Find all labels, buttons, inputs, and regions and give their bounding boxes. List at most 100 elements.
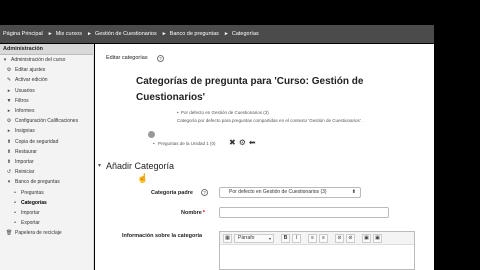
sidebar-item-label: Editar ajustes xyxy=(15,67,46,74)
sidebar-item-icon: ▼ xyxy=(6,97,12,104)
bullet-icon: • xyxy=(177,110,179,115)
chevron-down-icon: ⬍ xyxy=(351,189,356,195)
sidebar-item-label: Activar edición xyxy=(15,77,48,84)
name-input[interactable] xyxy=(219,207,389,218)
mouse-cursor-icon: ☝ xyxy=(137,173,149,183)
bold-button[interactable]: B xyxy=(281,233,290,243)
breadcrumb-home[interactable]: Página Principal xyxy=(3,31,43,37)
required-mark: * xyxy=(202,210,205,216)
italic-button[interactable]: I xyxy=(292,233,301,243)
sidebar-item-label: Insignias xyxy=(15,128,35,135)
sidebar-item-icon: ⚙ xyxy=(6,118,12,125)
parent-category-select[interactable]: Por defecto en Gestión de Cuestionarios … xyxy=(219,187,361,198)
sidebar-item-icon: • xyxy=(14,209,16,216)
category-actions: ✖ ⚙ ⬅ xyxy=(229,138,256,147)
sidebar-item[interactable]: ▸ Informes xyxy=(0,106,93,116)
sidebar-item-label: Reiniciar xyxy=(15,169,35,176)
image-button[interactable]: ▣ xyxy=(362,233,371,243)
sidebar-item[interactable]: ▾ Banco de preguntas xyxy=(0,177,93,187)
breadcrumb-separator: ► xyxy=(86,31,92,37)
category-gear-icon[interactable] xyxy=(148,131,155,138)
sidebar-item-icon: ✎ xyxy=(6,77,12,84)
sidebar-item-label: Exportar xyxy=(21,220,40,227)
editor-toolbar: ▦ Párrafo ▾ B I ≡ ≡ ⊘ ⊘ ▣ ▣ xyxy=(220,232,414,245)
sidebar-item[interactable]: ✎ Activar edición xyxy=(0,75,93,85)
sidebar-item-label: Informes xyxy=(15,108,35,115)
breadcrumb-my-courses[interactable]: Mis cursos xyxy=(56,31,82,37)
unordered-list-button[interactable]: ≡ xyxy=(308,233,317,243)
sidebar-item[interactable]: • Exportar xyxy=(0,218,93,228)
sidebar-item-label: Importar xyxy=(21,209,40,216)
sidebar-item-icon: ▾ xyxy=(7,179,11,186)
help-icon[interactable]: ? xyxy=(201,189,208,196)
screen: Página Principal ► Mis cursos ► Gestión … xyxy=(0,0,480,270)
sidebar-item[interactable]: ▸ Insignias xyxy=(0,126,93,136)
parent-category-label: Categoría padre xyxy=(151,190,193,196)
breadcrumb-categories[interactable]: Categorías xyxy=(232,31,259,37)
default-category-link[interactable]: Por defecto en Gestión de Cuestionarios … xyxy=(181,110,269,115)
sidebar-item[interactable]: ⬆ Copia de seguridad xyxy=(0,137,93,147)
sidebar-item[interactable]: ⬆ Restaurar xyxy=(0,147,93,157)
sidebar-item-label: Copia de seguridad xyxy=(15,138,59,145)
sidebar-item[interactable]: ↺ Reiniciar xyxy=(0,167,93,177)
sidebar-item[interactable]: • Categorías xyxy=(0,198,93,208)
add-category-heading[interactable]: Añadir Categoría xyxy=(106,161,174,171)
sidebar-item[interactable]: ▼ Filtros xyxy=(0,96,93,106)
sidebar-item-label: Preguntas xyxy=(21,189,44,196)
breadcrumb-question-bank[interactable]: Banco de preguntas xyxy=(170,31,219,37)
name-label: Nombre* xyxy=(181,210,205,216)
name-label-text: Nombre xyxy=(181,210,202,216)
sidebar-item-label: Importar xyxy=(15,158,34,165)
sidebar-item[interactable]: ⬆ Importar xyxy=(0,157,93,167)
sidebar-item-icon: ▸ xyxy=(7,87,11,94)
sidebar-list: ▾ Administración del curso ⚙ Editar ajustes… xyxy=(0,55,93,238)
move-left-icon[interactable]: ⬅ xyxy=(249,138,256,147)
sidebar-item-icon: ▸ xyxy=(7,108,11,115)
chevron-down-icon[interactable]: ▾ xyxy=(98,162,101,169)
sidebar-item[interactable]: ▾ Administración del curso xyxy=(0,55,93,65)
sidebar-item[interactable]: ⚙ Editar ajustes xyxy=(0,65,93,75)
sidebar-item-icon: • xyxy=(14,189,16,196)
help-icon[interactable]: ? xyxy=(157,55,164,62)
toolbar-toggle-button[interactable]: ▦ xyxy=(223,233,232,243)
sidebar-item-label: Configuración Calificaciones xyxy=(15,118,79,125)
sidebar-item[interactable]: ▸ Usuarios xyxy=(0,86,93,96)
sidebar-item-label: Papelera de reciclaje xyxy=(15,230,62,237)
sidebar-item-icon: • xyxy=(14,199,16,206)
sidebar-item-label: Banco de preguntas xyxy=(15,179,60,186)
right-dark-area xyxy=(434,25,480,270)
subcategory-link[interactable]: Preguntas de la Unidad 1 (0) xyxy=(158,141,216,146)
sidebar-header: Administración xyxy=(0,44,93,55)
settings-icon[interactable]: ⚙ xyxy=(239,138,246,147)
category-info-editor[interactable]: ▦ Párrafo ▾ B I ≡ ≡ ⊘ ⊘ ▣ ▣ xyxy=(219,231,415,270)
administration-sidebar: Administración ▾ Administración del curso… xyxy=(0,44,94,270)
paragraph-style-select[interactable]: Párrafo ▾ xyxy=(234,233,274,243)
sidebar-item-icon: • xyxy=(14,220,16,227)
paragraph-style-label: Párrafo xyxy=(238,234,255,241)
sidebar-item-label: Usuarios xyxy=(15,87,35,94)
top-bar xyxy=(0,0,480,22)
sidebar-item[interactable]: ⚙ Configuración Calificaciones xyxy=(0,116,93,126)
unlink-button[interactable]: ⊘ xyxy=(346,233,355,243)
sidebar-item-icon: ⬆ xyxy=(6,158,12,165)
sidebar-item[interactable]: • Preguntas xyxy=(0,187,93,197)
sidebar-item-label: Administración del curso xyxy=(11,57,66,64)
delete-icon[interactable]: ✖ xyxy=(229,138,236,147)
sidebar-item-icon: ▾ xyxy=(3,57,7,64)
breadcrumb-course[interactable]: Gestión de Cuestionarios xyxy=(95,31,157,37)
main-content: Editar categorías ? Categorías de pregun… xyxy=(95,44,434,270)
sidebar-item-icon: ⚙ xyxy=(6,67,12,74)
sidebar-item-icon: ⬆ xyxy=(6,148,12,155)
edit-categories-label: Editar categorías xyxy=(106,55,148,61)
sidebar-item[interactable]: • Importar xyxy=(0,208,93,218)
ordered-list-button[interactable]: ≡ xyxy=(319,233,328,243)
link-button[interactable]: ⊘ xyxy=(335,233,344,243)
chevron-down-icon: ▾ xyxy=(268,235,271,241)
sidebar-item-icon: ▸ xyxy=(7,128,11,135)
page-title: Categorías de pregunta para 'Curso: Gest… xyxy=(136,76,364,103)
sidebar-item[interactable]: 🗑 Papelera de reciclaje xyxy=(0,228,93,238)
sidebar-item-label: Restaurar xyxy=(15,148,37,155)
media-button[interactable]: ▣ xyxy=(373,233,382,243)
parent-category-value: Por defecto en Gestión de Cuestionarios … xyxy=(229,189,327,195)
sidebar-item-icon: 🗑 xyxy=(6,230,13,237)
